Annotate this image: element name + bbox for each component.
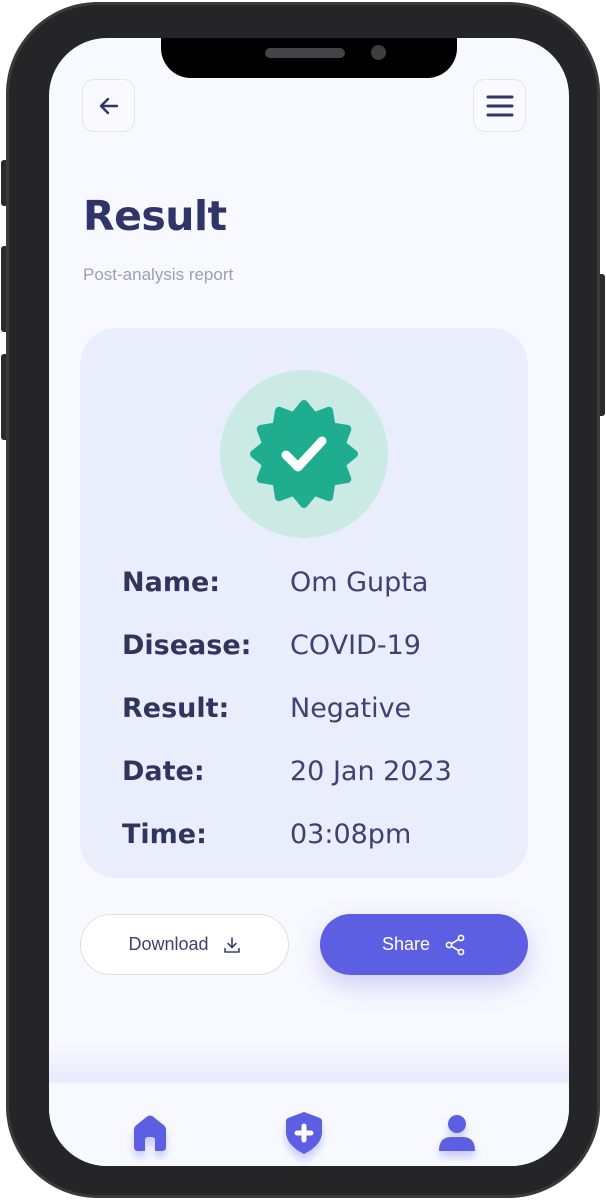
info-row-result: Result: Negative [122, 688, 411, 728]
date-value: 20 Jan 2023 [290, 755, 452, 787]
time-label: Time: [122, 818, 207, 850]
result-label: Result: [122, 692, 230, 724]
hamburger-menu-icon [486, 95, 513, 116]
share-button[interactable]: Share [320, 914, 528, 975]
nav-profile[interactable] [435, 1109, 479, 1157]
bottom-nav-shadow [49, 1042, 569, 1086]
front-camera [371, 45, 386, 60]
verified-badge [220, 370, 388, 538]
bottom-navigation [49, 1082, 569, 1166]
phone-frame: Result Post-analysis report Name: Om Gup… [6, 2, 600, 1198]
info-row-name: Name: Om Gupta [122, 562, 428, 602]
user-icon [439, 1115, 475, 1151]
info-row-time: Time: 03:08pm [122, 814, 411, 854]
date-label: Date: [122, 755, 205, 787]
notch [161, 38, 457, 78]
nav-health[interactable] [282, 1109, 326, 1157]
info-row-date: Date: 20 Jan 2023 [122, 751, 452, 791]
menu-button[interactable] [473, 79, 526, 132]
verified-check-badge-icon [250, 400, 358, 508]
home-icon [134, 1115, 166, 1151]
result-value: Negative [290, 692, 412, 724]
app-screen: Result Post-analysis report Name: Om Gup… [49, 38, 569, 1166]
time-value: 03:08pm [290, 818, 412, 850]
page-title: Result [83, 192, 227, 240]
nav-home[interactable] [128, 1109, 172, 1157]
share-button-label: Share [381, 934, 431, 954]
name-value: Om Gupta [290, 566, 429, 598]
result-card: Name: Om Gupta Disease: COVID-19 Result:… [80, 328, 528, 878]
shield-plus-icon [286, 1112, 322, 1154]
download-button-label: Download [128, 934, 209, 954]
disease-label: Disease: [122, 629, 252, 661]
info-row-disease: Disease: COVID-19 [122, 625, 421, 665]
download-icon [223, 936, 240, 953]
page-subtitle: Post-analysis report [83, 265, 234, 284]
name-label: Name: [122, 566, 221, 598]
back-button[interactable] [82, 79, 135, 132]
arrow-left-icon [99, 97, 118, 114]
disease-value: COVID-19 [290, 629, 421, 661]
download-button[interactable]: Download [80, 914, 289, 975]
share-icon [445, 934, 465, 955]
speaker-grille [265, 48, 345, 58]
